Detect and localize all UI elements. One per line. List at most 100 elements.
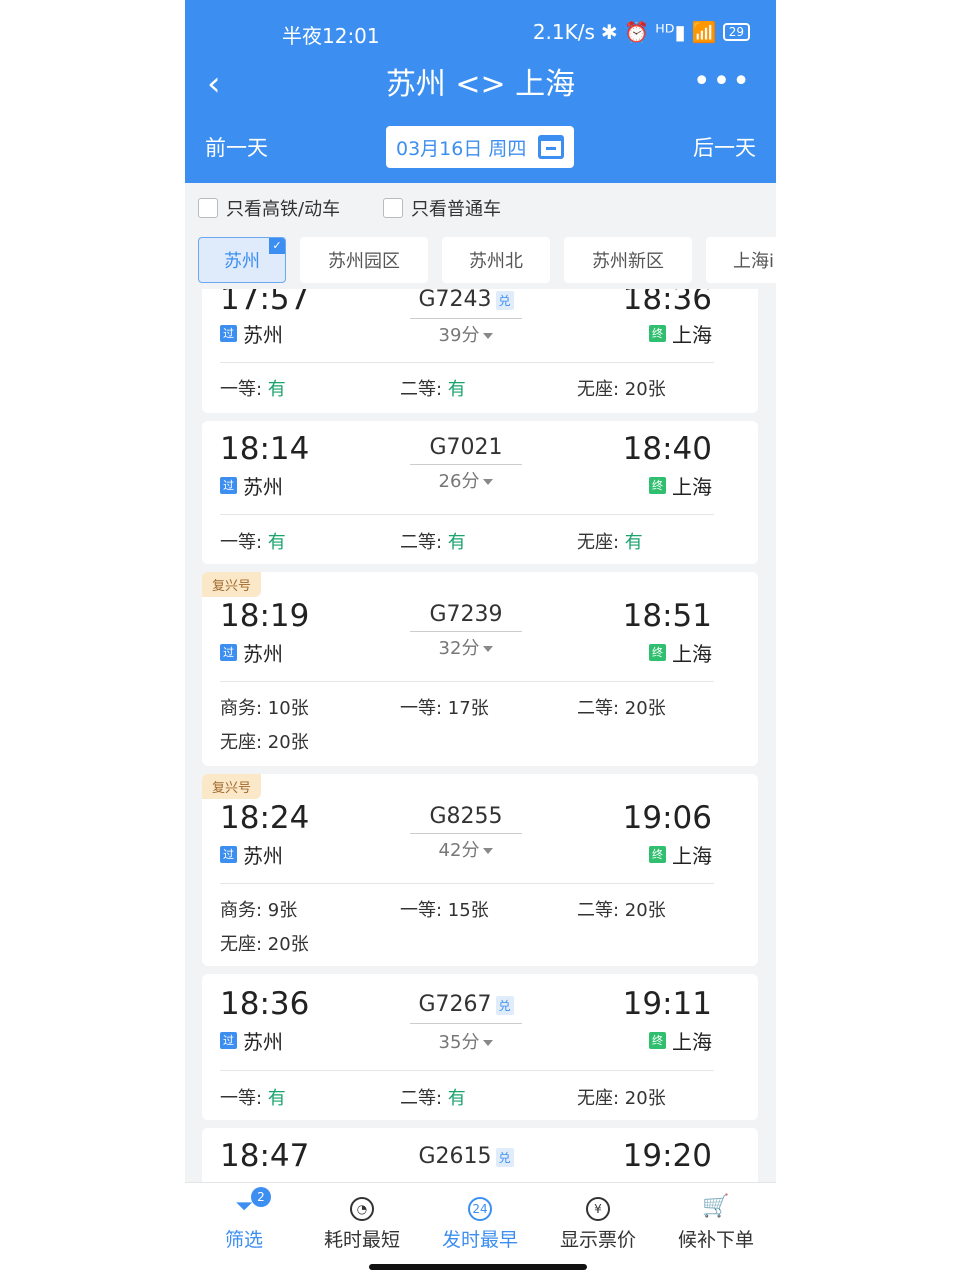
duration[interactable]: 39分 [410,321,522,347]
duration[interactable]: 35分 [410,1028,522,1054]
train-card[interactable]: 复兴号 18:19 过苏州 G7239 32分 18:51 终上海 商务: 10… [202,572,758,766]
train-number-text: G7267 [418,992,492,1017]
seat-second-class: 二等: 有 [400,528,466,554]
seat-no-seat: 无座: 20张 [577,375,666,401]
seat-first-class: 一等: 有 [220,1084,286,1110]
prev-day-button[interactable]: 前一天 [205,132,268,162]
seat-label: 一等: [400,900,448,921]
train-number-text: G7239 [429,602,503,627]
seat-second-class: 二等: 有 [400,1084,466,1110]
show-price-tab[interactable]: ¥ 显示票价 [539,1193,657,1252]
high-speed-only-checkbox[interactable]: 只看高铁/动车 [198,195,340,221]
train-list[interactable]: 17:57 过苏州 G7243 兑 39分 18:36 终上海 一等: 有 二等:… [185,289,776,1182]
duration-text: 26分 [438,471,480,492]
departure-station: 过苏州 [220,471,283,500]
arrival-time: 18:40 [622,431,712,467]
station-chip-suzhou[interactable]: 苏州 ✓ [198,237,286,283]
train-card[interactable]: 复兴号 18:24 过苏州 G8255 42分 19:06 终上海 商务: 9张… [202,774,758,966]
date-text: 03月16日 周四 [396,137,527,160]
arrival-time: 19:06 [622,800,712,836]
seat-value: 17张 [447,698,489,719]
seat-label: 二等: [400,379,448,400]
arrival-station-name: 上海 [672,323,712,347]
station-chip-suzhou-yuanqu[interactable]: 苏州园区 [300,237,428,283]
train-number-text: G7243 [418,289,492,312]
filter-tab[interactable]: ⏷ 2 筛选 [185,1187,303,1252]
seat-label: 二等: [577,900,625,921]
shortest-duration-tab[interactable]: ◔ 耗时最短 [303,1193,421,1252]
seat-label: 二等: [400,1088,448,1109]
train-card[interactable]: 17:57 过苏州 G7243 兑 39分 18:36 终上海 一等: 有 二等:… [202,289,758,413]
train-underline [410,833,522,834]
departure-station: 过苏州 [220,319,283,348]
cart-icon: 🛒 [702,1194,730,1219]
departure-station: 过苏州 [220,840,283,869]
seat-value: 有 [267,532,286,553]
seat-label: 无座: [577,532,625,553]
train-number: G7239 [410,602,522,627]
seat-value: 有 [267,1088,286,1109]
waitlist-order-tab[interactable]: 🛒 候补下单 [657,1193,775,1252]
seat-value: 10张 [267,698,309,719]
divider [220,1070,714,1071]
tab-label: 候补下单 [677,1229,754,1251]
seat-second-class: 二等: 20张 [577,896,666,922]
station-chip-suzhou-bei[interactable]: 苏州北 [442,237,550,283]
seat-label: 商务: [220,900,268,921]
seat-value: 20张 [624,698,666,719]
terminal-tag: 终 [649,477,666,494]
duration[interactable]: 26分 [410,467,522,493]
filter-count-badge: 2 [251,1187,271,1207]
departure-station-name: 苏州 [243,475,283,499]
checkbox-icon [383,198,403,218]
duration[interactable]: 42分 [410,836,522,862]
train-card[interactable]: 18:47 G2615 兑 19:20 [202,1128,758,1182]
arrival-time: 18:51 [622,598,712,634]
station-chip-suzhou-xinqu[interactable]: 苏州新区 [564,237,692,283]
train-card[interactable]: 18:14 过苏州 G7021 26分 18:40 终上海 一等: 有 二等: … [202,421,758,564]
tab-label: 耗时最短 [323,1229,400,1251]
station-chips: 苏州 ✓ 苏州园区 苏州北 苏州新区 上海i [198,237,776,283]
seat-value: 20张 [624,379,666,400]
fuxing-badge: 复兴号 [202,774,262,799]
arrival-station-name: 上海 [672,475,712,499]
train-underline [410,1023,522,1024]
normal-only-checkbox[interactable]: 只看普通车 [383,195,501,221]
station-chip-shanghai[interactable]: 上海i [706,237,776,283]
seat-second-class: 二等: 有 [400,375,466,401]
pass-tag: 过 [220,644,237,661]
seat-second-class: 二等: 20张 [577,694,666,720]
arrival-station: 终上海 [649,638,712,667]
more-icon[interactable]: ••• [693,62,752,102]
station-chip-label: 苏州园区 [328,251,400,272]
calendar-icon [538,135,565,159]
date-picker[interactable]: 03月16日 周四 [386,126,574,168]
battery-icon: 29 [722,23,750,41]
seat-label: 无座: [577,379,625,400]
train-number: G7243 兑 [410,289,522,312]
points-badge: 兑 [495,995,514,1015]
departure-time: 18:24 [220,800,310,836]
departure-station-name: 苏州 [243,642,283,666]
divider [220,883,714,884]
departure-time: 17:57 [220,289,310,317]
status-time: 半夜12:01 [282,24,380,48]
points-badge: 兑 [495,290,514,310]
terminal-tag: 终 [649,644,666,661]
home-indicator[interactable] [369,1264,587,1270]
seat-label: 一等: [400,698,448,719]
seat-label: 一等: [220,1088,268,1109]
departure-station-name: 苏州 [243,323,283,347]
pass-tag: 过 [220,325,237,342]
train-card[interactable]: 18:36 过苏州 G7267 兑 35分 19:11 终上海 一等: 有 二等:… [202,974,758,1120]
terminal-tag: 终 [649,846,666,863]
station-chip-label: 苏州新区 [592,251,664,272]
seat-first-class: 一等: 有 [220,375,286,401]
next-day-button[interactable]: 后一天 [693,132,756,162]
status-icons: ✱ ⏰ ᴴᴰ▮ 📶 [600,20,717,44]
filter-bar: 只看高铁/动车 只看普通车 苏州 ✓ 苏州园区 苏州北 苏州新区 上海i [185,183,776,289]
duration[interactable]: 32分 [410,634,522,660]
clock-24-icon: 24 [421,1193,539,1221]
earliest-departure-tab[interactable]: 24 发时最早 [421,1193,539,1252]
date-bar: 前一天 03月16日 周四 后一天 [185,124,776,168]
